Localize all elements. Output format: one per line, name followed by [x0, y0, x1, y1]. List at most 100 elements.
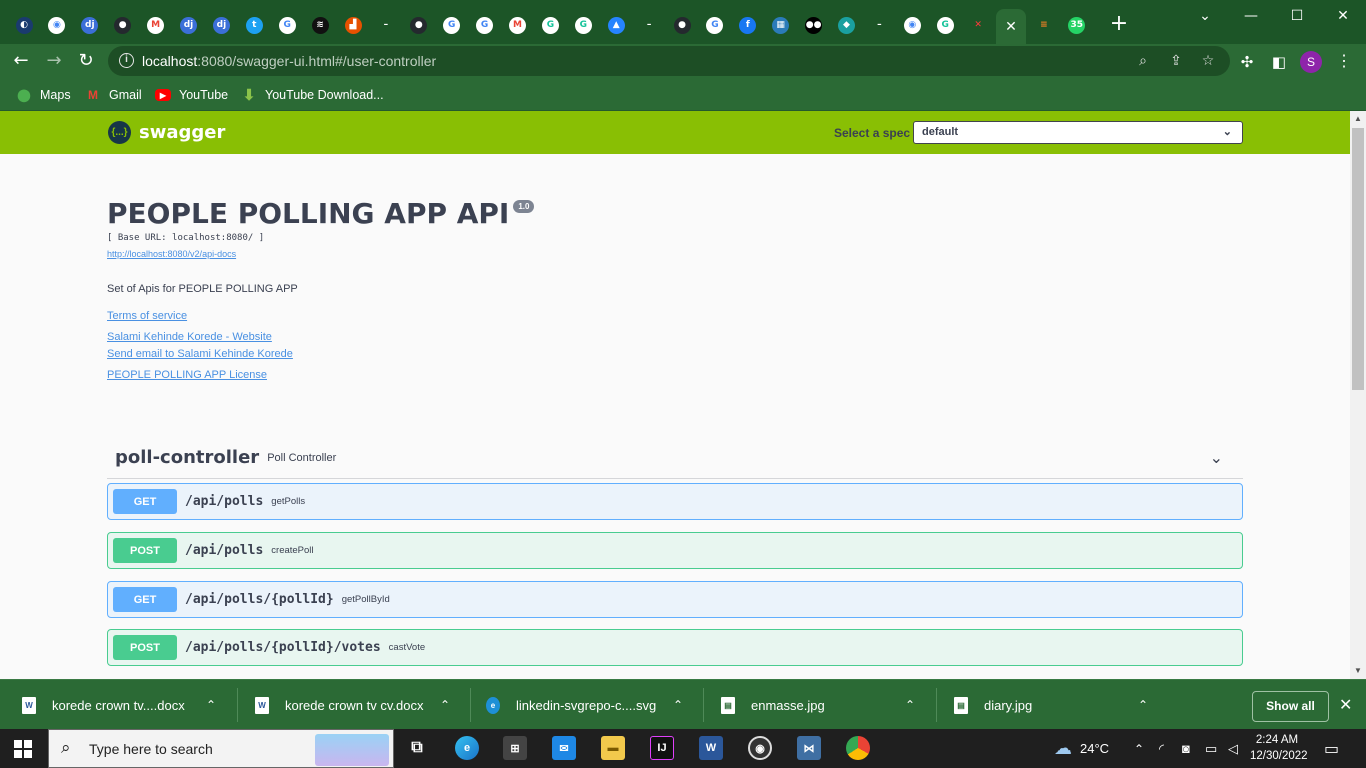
- mail-icon[interactable]: ✉: [552, 736, 576, 760]
- window-close-button[interactable]: ✕: [1320, 0, 1366, 32]
- browser-tab[interactable]: f: [733, 9, 763, 41]
- camera-icon[interactable]: ◙: [1182, 729, 1190, 768]
- browser-tab[interactable]: ◉: [42, 9, 72, 41]
- chevron-up-icon[interactable]: ⌃: [1138, 698, 1148, 712]
- intellij-icon[interactable]: IJ: [650, 736, 674, 760]
- browser-tab[interactable]: M: [503, 9, 533, 41]
- scrollbar-thumb[interactable]: [1352, 128, 1364, 390]
- browser-tab[interactable]: ●●: [799, 9, 829, 41]
- operation-post-polls[interactable]: POST /api/polls createPoll: [107, 532, 1243, 569]
- chevron-up-icon[interactable]: ⌃: [440, 698, 450, 712]
- minimize-button[interactable]: —: [1228, 0, 1274, 32]
- browser-tab[interactable]: ▦: [766, 9, 796, 41]
- browser-tab[interactable]: ●: [404, 9, 434, 41]
- browser-tab[interactable]: ≋: [305, 9, 335, 41]
- windows-start-icon[interactable]: [14, 740, 32, 758]
- browser-tab[interactable]: ▲: [601, 9, 631, 41]
- browser-tab[interactable]: G: [437, 9, 467, 41]
- tab-search-chevron-icon[interactable]: ⌄: [1182, 0, 1228, 32]
- file-explorer-icon[interactable]: ▬: [601, 736, 625, 760]
- browser-tab[interactable]: ✕: [963, 9, 993, 41]
- browser-tab[interactable]: G: [470, 9, 500, 41]
- operation-post-cast-vote[interactable]: POST /api/polls/{pollId}/votes castVote: [107, 629, 1243, 666]
- browser-tab[interactable]: G: [930, 9, 960, 41]
- address-bar[interactable]: i localhost:8080/swagger-ui.html#/user-c…: [108, 46, 1230, 76]
- browser-tab[interactable]: dj: [206, 9, 236, 41]
- tag-header-poll-controller[interactable]: poll-controller Poll Controller ⌄: [107, 436, 1243, 479]
- kebab-menu-icon[interactable]: ⋮: [1334, 52, 1354, 72]
- browser-tab[interactable]: ▟: [338, 9, 368, 41]
- show-all-button[interactable]: Show all: [1252, 691, 1329, 722]
- operation-get-polls[interactable]: GET /api/polls getPolls: [107, 483, 1243, 520]
- task-view-icon[interactable]: ⧉: [405, 736, 429, 760]
- download-item[interactable]: e linkedin-svgrepo-c....svg ⌃: [486, 680, 696, 730]
- close-icon[interactable]: ✕: [1003, 18, 1020, 35]
- microsoft-store-icon[interactable]: ⊞: [503, 736, 527, 760]
- contact-email-link[interactable]: Send email to Salami Kehinde Korede: [107, 348, 1243, 360]
- new-tab-button[interactable]: +: [1107, 12, 1131, 36]
- taskbar-search-box[interactable]: ⌕ Type here to search: [48, 729, 394, 768]
- browser-tab[interactable]: dj: [75, 9, 105, 41]
- close-icon[interactable]: ✕: [1339, 695, 1352, 714]
- browser-tab[interactable]: ●: [667, 9, 697, 41]
- browser-tab[interactable]: t: [239, 9, 269, 41]
- bookmark-maps[interactable]: ⬤ Maps: [16, 85, 70, 105]
- swagger-logo[interactable]: {...} swagger: [108, 121, 225, 144]
- media-player-icon[interactable]: ◉: [748, 736, 772, 760]
- chevron-down-icon[interactable]: ⌄: [1210, 448, 1223, 467]
- browser-tab[interactable]: G: [568, 9, 598, 41]
- reload-icon[interactable]: ↻: [73, 48, 99, 74]
- browser-tab[interactable]: ◉: [897, 9, 927, 41]
- browser-tab[interactable]: –: [634, 9, 664, 41]
- browser-tab[interactable]: ✕: [996, 9, 1026, 44]
- download-item[interactable]: W korede crown tv....docx ⌃: [22, 680, 230, 730]
- spec-select[interactable]: default ⌄: [913, 121, 1243, 144]
- chevron-up-icon[interactable]: ⌃: [905, 698, 915, 712]
- share-icon[interactable]: ⇪: [1167, 52, 1185, 70]
- browser-tab[interactable]: –: [371, 9, 401, 41]
- profile-avatar[interactable]: S: [1300, 51, 1322, 73]
- url-text[interactable]: localhost:8080/swagger-ui.html#/user-con…: [142, 53, 436, 69]
- battery-icon[interactable]: ▭: [1205, 729, 1217, 768]
- chevron-up-icon[interactable]: ⌃: [673, 698, 683, 712]
- back-arrow-icon[interactable]: ←: [8, 48, 34, 74]
- scroll-down-icon[interactable]: ▼: [1350, 663, 1366, 679]
- download-item[interactable]: ▤ diary.jpg ⌃: [954, 680, 1162, 730]
- browser-tab[interactable]: ●: [108, 9, 138, 41]
- weather-widget[interactable]: ☁ 24°C: [1054, 729, 1109, 768]
- browser-tab[interactable]: G: [272, 9, 302, 41]
- license-link[interactable]: PEOPLE POLLING APP License: [107, 369, 1243, 381]
- download-item[interactable]: W korede crown tv cv.docx ⌃: [255, 680, 463, 730]
- browser-tab[interactable]: ≡: [1029, 9, 1059, 41]
- speaker-icon[interactable]: ◁: [1228, 729, 1238, 768]
- chrome-icon[interactable]: [846, 736, 870, 760]
- operation-get-poll-by-id[interactable]: GET /api/polls/{pollId} getPollById: [107, 581, 1243, 618]
- mysql-workbench-icon[interactable]: ⋈: [797, 736, 821, 760]
- bookmark-star-icon[interactable]: ☆: [1199, 52, 1217, 70]
- zoom-icon[interactable]: ⌕: [1134, 52, 1152, 70]
- contact-website-link[interactable]: Salami Kehinde Korede - Website: [107, 331, 1243, 343]
- tray-overflow-chevron-icon[interactable]: ⌃: [1134, 729, 1144, 768]
- extensions-puzzle-icon[interactable]: ✣: [1237, 52, 1257, 72]
- forward-arrow-icon[interactable]: →: [41, 48, 67, 74]
- maximize-button[interactable]: ☐: [1274, 0, 1320, 32]
- browser-tab[interactable]: ◆: [832, 9, 862, 41]
- edge-browser-icon[interactable]: e: [455, 736, 479, 760]
- side-panel-icon[interactable]: ◧: [1269, 52, 1289, 72]
- word-icon[interactable]: W: [699, 736, 723, 760]
- download-item[interactable]: ▤ enmasse.jpg ⌃: [721, 680, 929, 730]
- bookmark-gmail[interactable]: M Gmail: [85, 85, 142, 105]
- browser-tab[interactable]: 35: [1062, 9, 1092, 41]
- browser-tab[interactable]: ◐: [9, 9, 39, 41]
- browser-tab[interactable]: M: [141, 9, 171, 41]
- system-clock[interactable]: 2:24 AM 12/30/2022: [1250, 732, 1308, 764]
- notification-icon[interactable]: ▭: [1324, 739, 1339, 758]
- browser-tab[interactable]: G: [535, 9, 565, 41]
- chevron-up-icon[interactable]: ⌃: [206, 698, 216, 712]
- browser-tab[interactable]: dj: [174, 9, 204, 41]
- page-scrollbar[interactable]: ▲ ▼: [1350, 111, 1366, 679]
- bookmark-youtube-download[interactable]: ⬇ YouTube Download...: [241, 85, 384, 105]
- scroll-up-icon[interactable]: ▲: [1350, 111, 1366, 127]
- browser-tab[interactable]: G: [700, 9, 730, 41]
- api-docs-link[interactable]: http://localhost:8080/v2/api-docs: [107, 249, 236, 259]
